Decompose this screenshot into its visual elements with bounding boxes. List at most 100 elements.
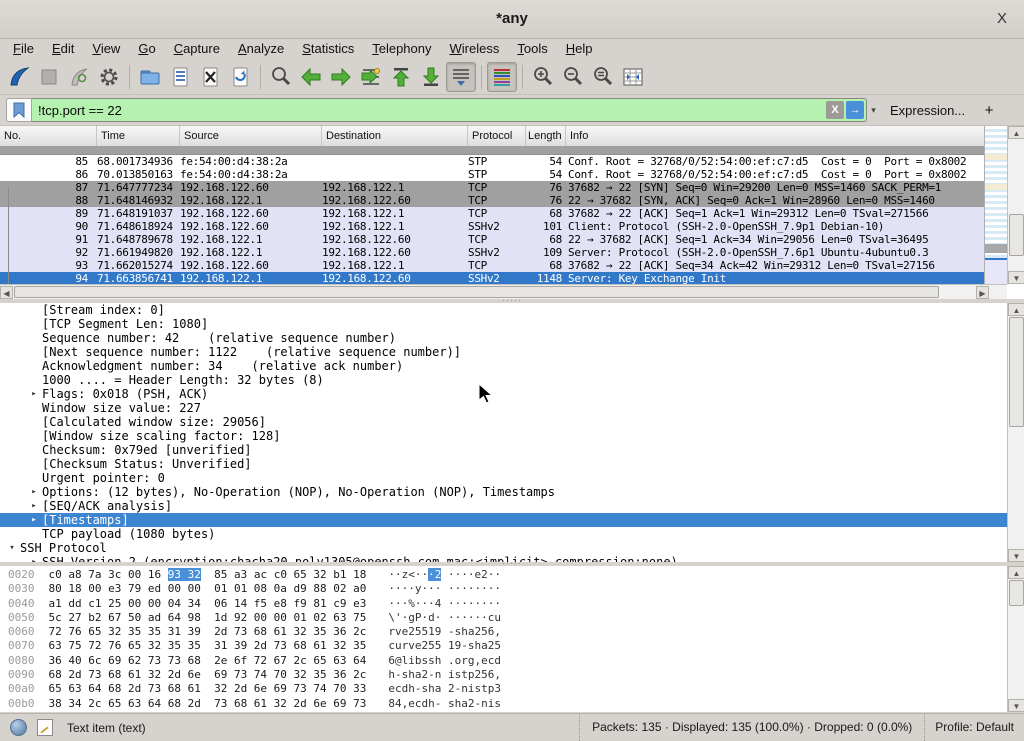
detail-line[interactable]: Window size value: 227 [0, 401, 1007, 415]
scroll-down-arrow[interactable]: ▼ [1008, 699, 1024, 712]
filter-bookmark-icon[interactable] [6, 98, 32, 122]
detail-line[interactable]: 1000 .... = Header Length: 32 bytes (8) [0, 373, 1007, 387]
detail-line[interactable]: Acknowledgment number: 34 (relative ack … [0, 359, 1007, 373]
menu-item[interactable]: Statistics [293, 39, 363, 58]
expert-info-icon[interactable] [10, 719, 27, 736]
expander-icon[interactable] [26, 471, 42, 485]
zoom-out-icon[interactable] [558, 62, 588, 92]
filter-history-dropdown-icon[interactable]: ▾ [867, 105, 880, 116]
intelligent-scrollbar-minimap[interactable] [984, 126, 1007, 284]
menu-item[interactable]: Go [129, 39, 164, 58]
expander-icon[interactable] [26, 359, 42, 373]
packet-list-vertical-scrollbar[interactable]: ▲ ▼ [1007, 126, 1024, 284]
detail-line[interactable]: Urgent pointer: 0 [0, 471, 1007, 485]
hex-row[interactable]: 007063 75 72 76 65 32 35 35 31 39 2d 73 … [0, 639, 1007, 653]
expander-icon[interactable] [26, 317, 42, 331]
column-header-protocol[interactable]: Protocol [468, 126, 526, 146]
detail-line[interactable]: ▾SSH Protocol [0, 541, 1007, 555]
detail-line[interactable]: [Window size scaling factor: 128] [0, 429, 1007, 443]
hex-row[interactable]: 003080 18 00 e3 79 ed 00 00 01 01 08 0a … [0, 582, 1007, 596]
detail-line[interactable]: ▸[SEQ/ACK analysis] [0, 499, 1007, 513]
go-last-packet-icon[interactable] [416, 62, 446, 92]
reload-capture-file-icon[interactable] [225, 62, 255, 92]
scroll-left-arrow[interactable]: ◀ [0, 286, 13, 299]
expander-icon[interactable]: ▸ [26, 485, 42, 499]
packet-row[interactable]: 8771.647777234192.168.122.60192.168.122.… [0, 181, 984, 194]
zoom-original-icon[interactable] [588, 62, 618, 92]
packet-row[interactable]: 9371.662015274192.168.122.60192.168.122.… [0, 259, 984, 272]
hex-row[interactable]: 00505c 27 b2 67 50 ad 64 98 1d 92 00 00 … [0, 611, 1007, 625]
expander-icon[interactable] [26, 373, 42, 387]
packet-row[interactable]: 9271.661949820192.168.122.1192.168.122.6… [0, 246, 984, 259]
packet-row[interactable]: 8670.013850163fe:54:00:d4:38:2aSTP54Conf… [0, 168, 984, 181]
menu-item[interactable]: Capture [165, 39, 229, 58]
column-header-destination[interactable]: Destination [322, 126, 468, 146]
scroll-up-arrow[interactable]: ▲ [1008, 566, 1024, 579]
scrollbar-thumb[interactable] [1009, 317, 1024, 427]
go-to-packet-icon[interactable] [356, 62, 386, 92]
detail-line[interactable]: TCP payload (1080 bytes) [0, 527, 1007, 541]
packet-row[interactable]: 9171.648789678192.168.122.1192.168.122.6… [0, 233, 984, 246]
hex-row[interactable]: 00b038 34 2c 65 63 64 68 2d 73 68 61 32 … [0, 697, 1007, 711]
expander-icon[interactable] [26, 401, 42, 415]
filter-add-button[interactable]: + [979, 102, 999, 119]
expander-icon[interactable] [26, 457, 42, 471]
zoom-in-icon[interactable] [528, 62, 558, 92]
menu-item[interactable]: Telephony [363, 39, 440, 58]
hex-row[interactable]: 0020c0 a8 7a 3c 00 16 93 32 85 a3 ac c0 … [0, 568, 1007, 582]
scroll-down-arrow[interactable]: ▼ [1008, 271, 1024, 284]
save-capture-file-icon[interactable] [165, 62, 195, 92]
hex-row[interactable]: 009068 2d 73 68 61 32 2d 6e 69 73 74 70 … [0, 668, 1007, 682]
column-header-no[interactable]: No. [0, 126, 97, 146]
display-filter-input[interactable]: !tcp.port == 22 [32, 103, 826, 118]
detail-line[interactable]: Checksum: 0x79ed [unverified] [0, 443, 1007, 457]
scroll-up-arrow[interactable]: ▲ [1008, 303, 1024, 316]
detail-line[interactable]: [Calculated window size: 29056] [0, 415, 1007, 429]
start-capture-icon[interactable] [4, 62, 34, 92]
detail-line[interactable]: [Next sequence number: 1122 (relative se… [0, 345, 1007, 359]
find-packet-icon[interactable] [266, 62, 296, 92]
packet-row[interactable]: 9471.663856741192.168.122.1192.168.122.6… [0, 272, 984, 284]
go-back-icon[interactable] [296, 62, 326, 92]
menu-item[interactable]: Help [557, 39, 602, 58]
detail-vertical-scrollbar[interactable]: ▲ ▼ [1007, 303, 1024, 562]
scrollbar-thumb[interactable] [14, 286, 939, 298]
packet-row[interactable]: 9071.648618924192.168.122.60192.168.122.… [0, 220, 984, 233]
column-header-time[interactable]: Time [97, 126, 180, 146]
filter-clear-icon[interactable]: X [826, 101, 844, 119]
hex-row[interactable]: 008036 40 6c 69 62 73 73 68 2e 6f 72 67 … [0, 654, 1007, 668]
expander-icon[interactable]: ▸ [26, 387, 42, 401]
profile-selector[interactable]: Profile: Default [924, 714, 1024, 741]
detail-line[interactable]: ▸Options: (12 bytes), No-Operation (NOP)… [0, 485, 1007, 499]
scroll-right-arrow[interactable]: ▶ [976, 286, 989, 299]
expander-icon[interactable] [26, 303, 42, 317]
close-window-button[interactable]: X [988, 0, 1016, 38]
go-first-packet-icon[interactable] [386, 62, 416, 92]
expander-icon[interactable] [26, 345, 42, 359]
scroll-up-arrow[interactable]: ▲ [1008, 126, 1024, 139]
menu-item[interactable]: Edit [43, 39, 83, 58]
column-header-info[interactable]: Info [566, 126, 984, 146]
auto-scroll-toggle-icon[interactable] [446, 62, 476, 92]
scrollbar-thumb[interactable] [1009, 214, 1024, 256]
hex-row[interactable]: 006072 76 65 32 35 35 31 39 2d 73 68 61 … [0, 625, 1007, 639]
expander-icon[interactable] [26, 527, 42, 541]
go-forward-icon[interactable] [326, 62, 356, 92]
capture-comment-icon[interactable] [37, 719, 53, 736]
expander-icon[interactable]: ▾ [4, 541, 20, 555]
detail-line[interactable]: [TCP Segment Len: 1080] [0, 317, 1007, 331]
column-header-length[interactable]: Length [526, 126, 566, 146]
partial-packet-row[interactable] [0, 146, 984, 155]
detail-line[interactable]: ▸Flags: 0x018 (PSH, ACK) [0, 387, 1007, 401]
hex-row[interactable]: 0040a1 dd c1 25 00 00 04 34 06 14 f5 e8 … [0, 597, 1007, 611]
expander-icon[interactable]: ▸ [26, 513, 42, 527]
open-capture-file-icon[interactable] [135, 62, 165, 92]
column-header-source[interactable]: Source [180, 126, 322, 146]
expander-icon[interactable] [26, 429, 42, 443]
menu-item[interactable]: Tools [508, 39, 556, 58]
expression-button[interactable]: Expression... [890, 103, 965, 118]
menu-item[interactable]: File [4, 39, 43, 58]
menu-item[interactable]: View [83, 39, 129, 58]
expander-icon[interactable] [26, 443, 42, 457]
hex-row[interactable]: 00a065 63 64 68 2d 73 68 61 32 2d 6e 69 … [0, 682, 1007, 696]
